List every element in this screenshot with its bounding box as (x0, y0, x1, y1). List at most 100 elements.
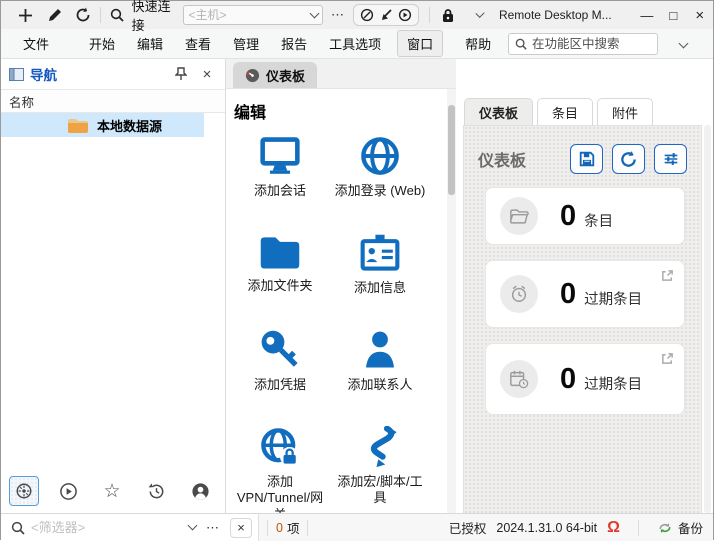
tab-dashboard[interactable]: 仪表板 (233, 62, 317, 88)
navigation-header: 导航 × (1, 59, 225, 89)
add-session-action[interactable]: 添加会话 (230, 135, 330, 232)
expiring-entries-card[interactable]: 0 过期条目 (486, 344, 684, 414)
menu-edit[interactable]: 编辑 (137, 34, 163, 53)
filter-input[interactable] (31, 520, 183, 535)
add-contact-action[interactable]: 添加联系人 (330, 329, 430, 426)
host-combobox[interactable] (183, 5, 323, 25)
action-label: 添加会话 (232, 183, 328, 199)
tab-dashboard[interactable]: 仪表板 (464, 98, 533, 125)
navigation-bottom-toolbar: ☆ (1, 469, 225, 513)
license-status[interactable]: 已授权 (449, 518, 487, 537)
collapse-chevron-icon[interactable] (475, 8, 484, 17)
scrollbar-thumb[interactable] (448, 105, 455, 195)
add-macro-script-tool-action[interactable]: 添加宏/脚本/工具 (330, 426, 430, 513)
tab-entries[interactable]: 条目 (537, 98, 593, 125)
settings-sliders-button[interactable] (654, 144, 687, 174)
protocol-circle-icon[interactable] (360, 8, 374, 22)
add-website-login-action[interactable]: 添加登录 (Web) (330, 135, 430, 232)
chevron-down-icon[interactable] (310, 8, 320, 18)
user-profile-icon[interactable] (185, 476, 215, 506)
tree-item-local-data-source[interactable]: 本地数据源 (1, 113, 204, 137)
ribbon-search-input[interactable] (532, 37, 651, 51)
contact-icon (359, 329, 401, 371)
dashboard-pane-header: 仪表板 (464, 126, 701, 188)
filter-box[interactable]: ⋯ × (1, 514, 259, 541)
add-information-action[interactable]: 添加信息 (330, 232, 430, 329)
menu-report[interactable]: 报告 (281, 34, 307, 53)
clear-filter-button[interactable]: × (230, 518, 252, 538)
ribbon-collapse-chevron-icon[interactable] (679, 39, 689, 49)
document-tabstrip: 仪表板 (226, 59, 456, 89)
menu-tools[interactable]: 工具选项 (329, 34, 381, 53)
close-button[interactable]: × (687, 2, 713, 28)
add-folder-action[interactable]: 添加文件夹 (230, 232, 330, 329)
close-panel-icon[interactable]: × (197, 64, 217, 84)
tree-column-header[interactable]: 名称 (1, 89, 225, 113)
play-circle-icon[interactable] (398, 8, 412, 22)
alarm-clock-icon (500, 275, 538, 313)
search-icon (106, 3, 127, 27)
backup-sync-icon (657, 521, 673, 535)
folder-icon (258, 232, 302, 272)
id-card-icon (358, 232, 402, 274)
favorites-star-icon[interactable]: ☆ (97, 476, 127, 506)
entries-count-card[interactable]: 0 条目 (486, 188, 684, 244)
refresh-button[interactable] (612, 144, 645, 174)
sliders-icon (662, 150, 680, 168)
add-icon[interactable] (15, 3, 36, 27)
more-options-icon[interactable]: ⋯ (327, 3, 348, 27)
devolutions-magnet-icon[interactable]: Ω (607, 520, 620, 536)
external-link-icon[interactable] (661, 269, 674, 282)
menu-administration[interactable]: 管理 (233, 34, 259, 53)
maximize-button[interactable]: □ (660, 2, 686, 28)
monitor-icon (258, 135, 302, 177)
key-icon (259, 329, 301, 371)
dashboard-view-button[interactable] (9, 476, 39, 506)
menu-help[interactable]: 帮助 (465, 34, 491, 53)
expired-entries-card[interactable]: 0 过期条目 (486, 261, 684, 327)
vertical-scrollbar[interactable] (447, 89, 456, 513)
divider (100, 7, 101, 23)
menu-home[interactable]: 开始 (89, 34, 115, 53)
history-icon[interactable] (141, 476, 171, 506)
add-credential-action[interactable]: 添加凭据 (230, 329, 330, 426)
titlebar: 快速连接 ⋯ Remote Desktop M... — □ × (1, 1, 713, 29)
side-panel-tabs: 仪表板 条目 附件 (456, 59, 713, 125)
add-vpn-tunnel-gateway-action[interactable]: 添加VPN/Tunnel/网关 (230, 426, 330, 513)
divider (638, 520, 639, 536)
tab-attachments[interactable]: 附件 (597, 98, 653, 125)
pin-icon[interactable] (171, 64, 191, 84)
item-count-value: 0 (276, 521, 283, 535)
divider (307, 520, 308, 536)
more-options-icon[interactable]: ⋯ (206, 520, 220, 536)
folder-icon (67, 117, 89, 134)
host-input[interactable] (188, 8, 311, 22)
console-arrow-icon[interactable] (379, 8, 393, 22)
script-icon (360, 426, 400, 468)
menu-file[interactable]: 文件 (23, 34, 49, 53)
external-link-icon[interactable] (661, 352, 674, 365)
menu-window[interactable]: 窗口 (397, 30, 443, 57)
ribbon-search-box[interactable] (508, 33, 658, 55)
lock-icon[interactable] (437, 3, 458, 27)
save-button[interactable] (570, 144, 603, 174)
dashboard-edit-section: 编辑 添加会话 添加登录 (Web) (226, 89, 456, 513)
chevron-down-icon[interactable] (188, 521, 198, 531)
refresh-icon[interactable] (72, 3, 93, 27)
play-circle-icon[interactable] (53, 476, 83, 506)
dashboard-pane: 仪表板 (463, 125, 702, 513)
menu-view[interactable]: 查看 (185, 34, 211, 53)
action-label: 添加宏/脚本/工具 (332, 474, 428, 507)
edit-pencil-icon[interactable] (44, 3, 65, 27)
card-value: 0 (560, 363, 576, 396)
calendar-clock-icon (500, 360, 538, 398)
divider (267, 520, 268, 536)
navigation-title: 导航 (30, 64, 165, 84)
minimize-button[interactable]: — (634, 2, 660, 28)
save-icon (578, 150, 596, 168)
backup-status[interactable]: 备份 (657, 518, 703, 537)
vertical-scrollbar[interactable] (704, 125, 711, 513)
card-value: 0 (560, 278, 576, 311)
divider (429, 7, 430, 23)
backup-label: 备份 (678, 518, 703, 537)
